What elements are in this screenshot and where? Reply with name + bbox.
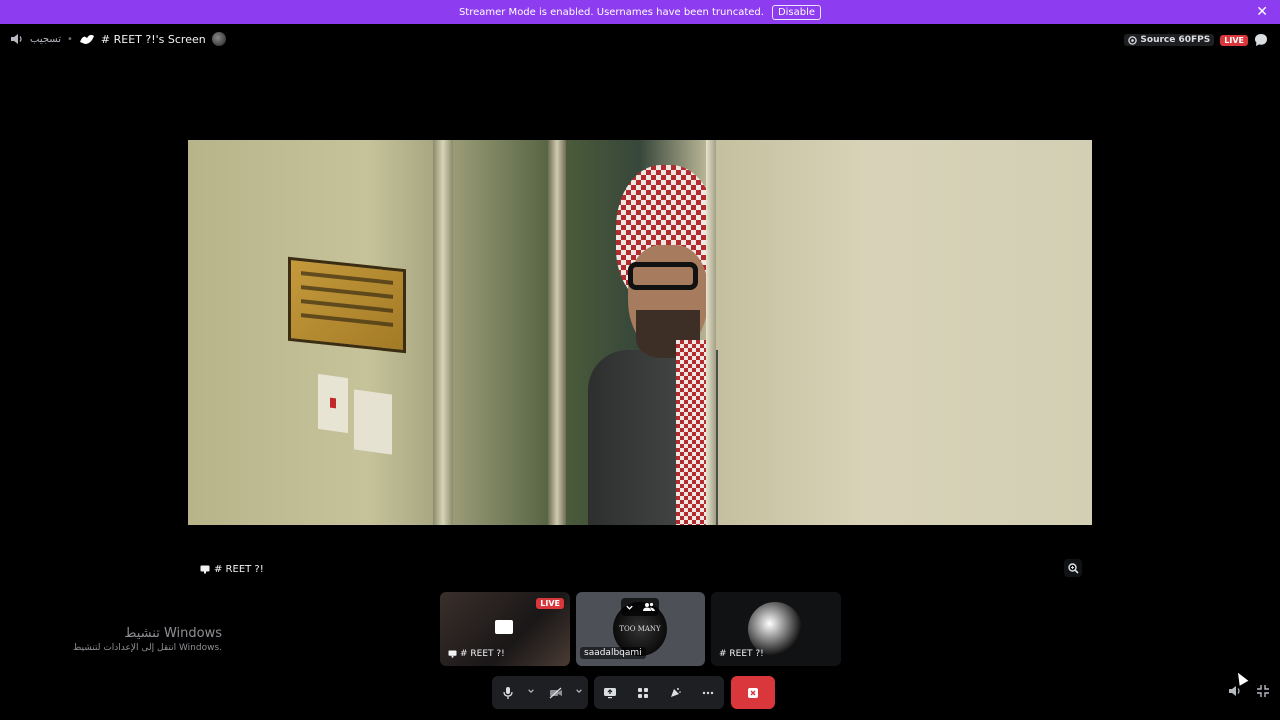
exit-fullscreen-icon[interactable] <box>1256 684 1270 698</box>
volume-icon[interactable] <box>1228 684 1242 698</box>
close-icon[interactable]: ✕ <box>1256 4 1268 20</box>
screen-share-icon <box>200 565 210 574</box>
video-person-scarf <box>676 340 708 525</box>
screen-share-icon[interactable] <box>598 681 622 705</box>
participant-tile-user[interactable]: # REET ?! <box>711 592 841 666</box>
participant-name: saadalbqami <box>584 648 642 658</box>
disconnect-icon <box>748 687 758 698</box>
avatar <box>748 602 802 656</box>
streamer-mode-banner: Streamer Mode is enabled. Usernames have… <box>0 0 1280 24</box>
video-door-edge <box>706 140 716 525</box>
server-logo-icon <box>79 34 94 44</box>
chevron-down-icon[interactable] <box>575 687 585 698</box>
participant-label: # REET ?! <box>448 649 505 659</box>
video-light-switch <box>354 389 392 455</box>
stream-owner-name: # REET ?! <box>214 564 264 575</box>
voice-channel-name[interactable]: تسجيب <box>30 34 61 45</box>
participant-name: # REET ?! <box>719 649 764 659</box>
microphone-icon[interactable] <box>496 681 520 705</box>
chevron-down-icon[interactable] <box>527 687 537 698</box>
participant-tile-screen[interactable]: LIVE # REET ?! <box>440 592 570 666</box>
stream-owner-label: # REET ?! <box>200 564 264 575</box>
screen-share-icon <box>495 620 513 634</box>
video-wall-plaque <box>288 256 406 354</box>
tile-controls[interactable] <box>621 598 659 616</box>
activities-icon[interactable] <box>631 681 655 705</box>
participant-tile-user[interactable]: TOO MANY saadalbqami <box>576 592 705 666</box>
disable-streamer-mode-button[interactable]: Disable <box>771 4 822 20</box>
more-icon[interactable] <box>696 681 720 705</box>
windows-activation-watermark: تنشيط Windows انتقل إلى الإعدادات لتنشيط… <box>60 626 222 653</box>
video-light-switch <box>318 373 348 434</box>
stream-quality-badge[interactable]: Source 60FPS <box>1124 34 1215 46</box>
stream-topbar: تسجيب • # REET ?!'s Screen Source 60FPS … <box>0 24 1280 56</box>
watermark-title: تنشيط Windows <box>124 626 222 641</box>
speaker-icon[interactable] <box>10 32 24 46</box>
participant-name: # REET ?! <box>460 649 505 659</box>
watermark-subtitle: انتقل إلى الإعدادات لتنشيط Windows. <box>73 643 222 653</box>
participant-label: saadalbqami <box>580 647 646 659</box>
screen-share-icon <box>448 650 457 658</box>
banner-message: Streamer Mode is enabled. Usernames have… <box>458 6 764 18</box>
live-badge: LIVE <box>1220 34 1248 46</box>
camera-off-icon[interactable] <box>544 681 568 705</box>
avatar-text: TOO MANY <box>619 625 661 633</box>
separator-dot: • <box>67 33 73 45</box>
disconnect-button[interactable] <box>731 676 775 709</box>
activity-controls <box>594 676 724 709</box>
audio-video-controls <box>492 676 588 709</box>
video-door-frame <box>548 140 566 525</box>
chat-icon[interactable] <box>1254 33 1268 47</box>
stream-title: # REET ?!'s Screen <box>100 32 206 46</box>
video-door-frame <box>433 140 453 525</box>
stream-quality-label: Source 60FPS <box>1140 35 1211 45</box>
video-person-glasses <box>628 262 698 290</box>
stream-extra-controls <box>1228 684 1270 698</box>
zoom-icon[interactable] <box>1064 559 1082 577</box>
chevron-down-icon[interactable] <box>625 603 634 612</box>
participant-label: # REET ?! <box>719 649 764 659</box>
soundboard-icon[interactable] <box>663 681 687 705</box>
stream-video[interactable] <box>188 140 1092 525</box>
live-badge: LIVE <box>536 598 564 609</box>
eye-icon <box>1128 35 1138 45</box>
users-icon[interactable] <box>642 602 655 612</box>
streamer-avatar <box>211 32 226 46</box>
